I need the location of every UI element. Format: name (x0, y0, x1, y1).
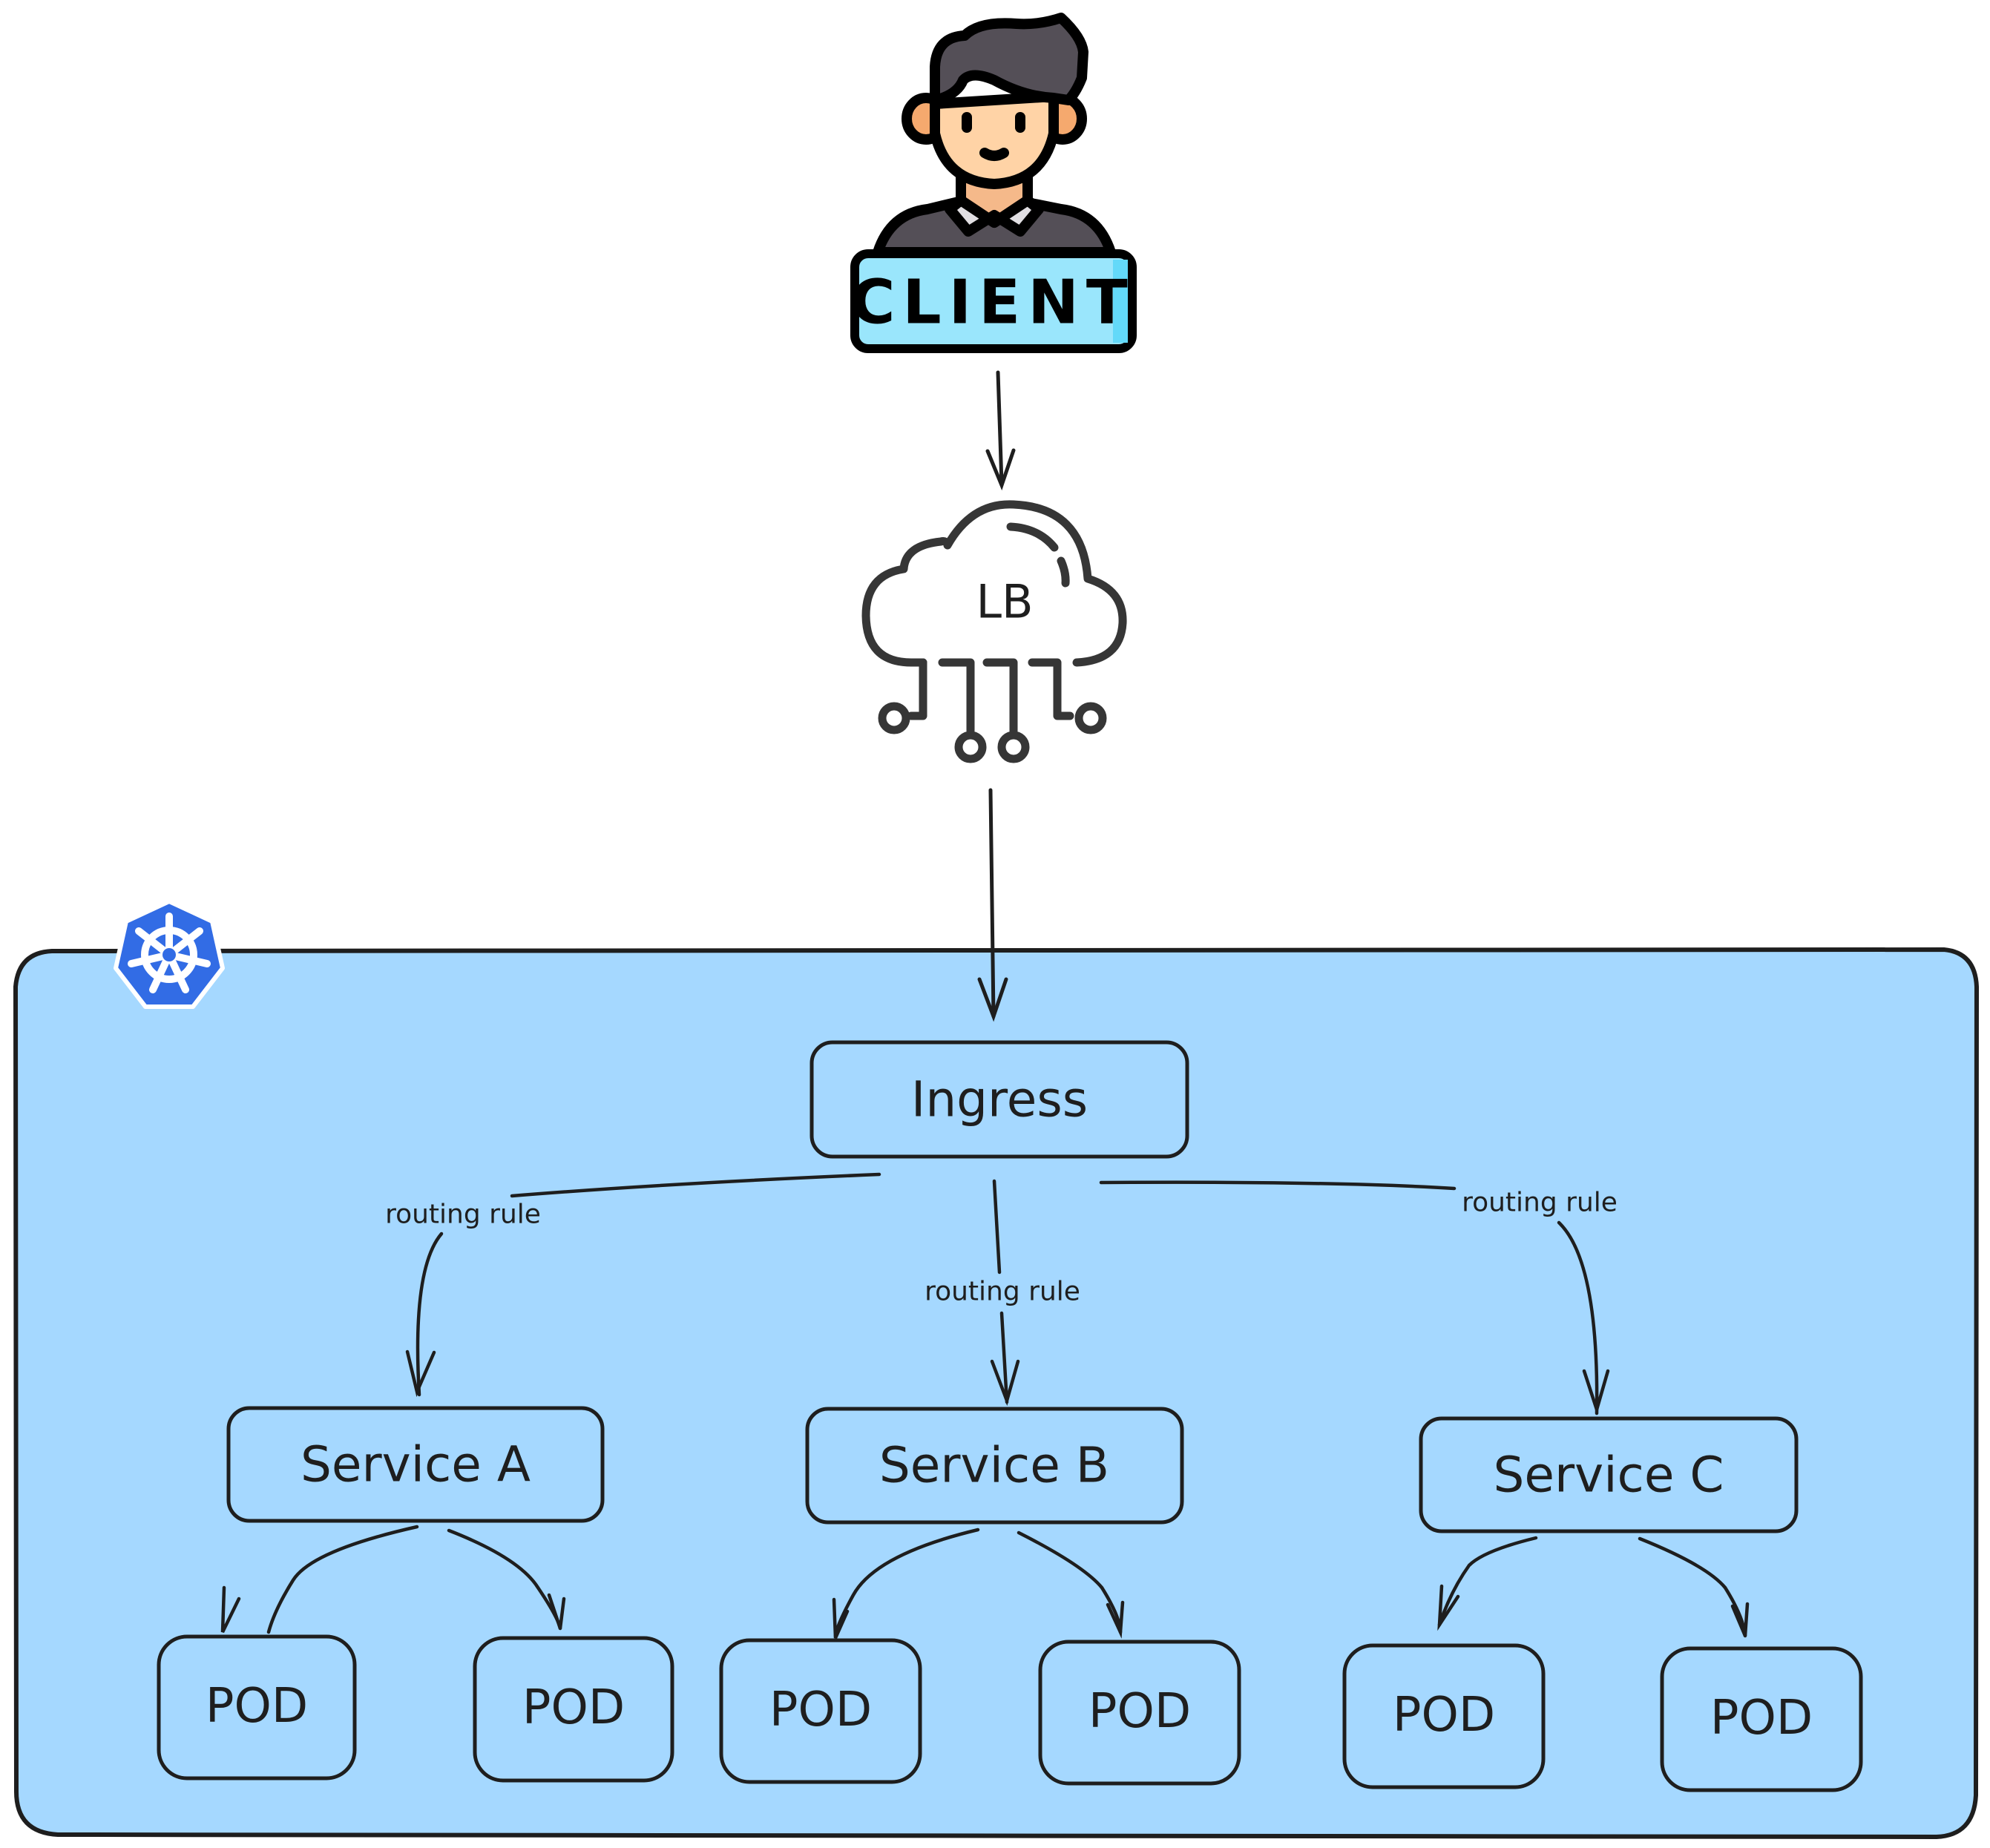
architecture-diagram: CLIENT LB Ingress routing rule routing r… (13, 13, 1980, 1840)
service-c-label: Service C (1494, 1447, 1724, 1504)
kubernetes-helm-icon (114, 899, 225, 1009)
pod-label: POD (769, 1683, 872, 1737)
edge-label-routing-a: routing rule (385, 1200, 541, 1230)
pod-label: POD (1393, 1688, 1495, 1743)
service-b-label: Service B (879, 1437, 1109, 1494)
edge-label-routing-c: routing rule (1462, 1188, 1618, 1218)
client-node[interactable]: CLIENT (850, 13, 1137, 353)
pod-label: POD (206, 1679, 308, 1734)
client-label: CLIENT (850, 268, 1135, 338)
pod-label: POD (1088, 1684, 1191, 1739)
pod-label: POD (522, 1680, 625, 1735)
lb-label: LB (976, 575, 1033, 629)
pod-label: POD (1710, 1691, 1813, 1746)
load-balancer-node[interactable]: LB (861, 500, 1127, 763)
cloud-network-icon (861, 500, 1127, 763)
edge-label-routing-b: routing rule (925, 1277, 1080, 1307)
client-badge: CLIENT (850, 249, 1137, 353)
arrow-client-to-lb (985, 370, 1016, 491)
person-icon (873, 13, 1116, 257)
ingress-label: Ingress (911, 1071, 1088, 1128)
service-a-label: Service A (301, 1436, 531, 1493)
